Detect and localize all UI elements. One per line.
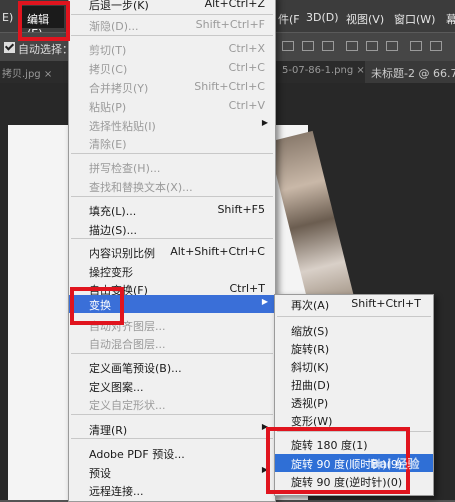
menu-separator [71,196,273,197]
document-tab[interactable]: 拷贝.jpg × [2,65,52,80]
auto-select-checkbox[interactable] [4,42,15,53]
align-top-icon[interactable] [282,41,294,51]
submenu-item-skew[interactable]: 斜切(K) [275,357,433,375]
submenu-arrow-icon: ▶ [261,118,268,127]
menu-item-view[interactable]: 视图(V) [346,11,384,27]
edit-menu-dropdown: 后退一步(K) Alt+Ctrl+Z 渐隐(D)... Shift+Ctrl+F 剪… [68,0,276,502]
menu-item-stroke[interactable]: 描边(S)... [69,220,275,238]
align-right-icon[interactable] [386,41,398,51]
menu-item-file-partial[interactable]: 件(F [278,11,300,27]
menu-item-help-partial[interactable]: 幕 [446,11,455,27]
menu-separator [71,238,273,239]
align-hcenter-icon[interactable] [366,41,378,51]
menu-item-copy-merged[interactable]: 合并拷贝(Y) Shift+Ctrl+C [69,78,275,96]
submenu-item-rotate[interactable]: 旋转(R) [275,339,433,357]
annotation-box-edit [18,1,70,41]
menu-item-cut[interactable]: 剪切(T) Ctrl+X [69,40,275,58]
submenu-item-perspective[interactable]: 透视(P) [275,393,433,411]
document-tab-active-label: 未标题-2 @ 66.7% [371,67,455,80]
menu-separator [277,316,431,317]
menu-item-purge[interactable]: 清理(R) ▶ [69,420,275,438]
menu-item-copy[interactable]: 拷贝(C) Ctrl+C [69,59,275,77]
menu-item-paste[interactable]: 粘贴(P) Ctrl+V [69,97,275,115]
document-tab-active[interactable]: 未标题-2 @ 66.7% [365,61,455,83]
distribute-2-icon[interactable] [430,41,442,51]
submenu-item-again[interactable]: 再次(A) Shift+Ctrl+T [275,295,433,313]
menu-item-spell-check[interactable]: 拼写检查(H)... [69,158,275,176]
menu-item-clear[interactable]: 清除(E) [69,134,275,152]
menu-item-content-aware-scale[interactable]: 内容识别比例 Alt+Shift+Ctrl+C [69,243,275,261]
distribute-icon[interactable] [410,41,422,51]
align-bottom-icon[interactable] [322,41,334,51]
menu-item-paste-special[interactable]: 选择性粘贴(I) ▶ [69,116,275,134]
submenu-item-distort[interactable]: 扭曲(D) [275,375,433,393]
menu-item-define-pattern[interactable]: 定义图案... [69,377,275,395]
watermark: Bai 经验 [370,457,420,471]
submenu-item-scale[interactable]: 缩放(S) [275,321,433,339]
menu-separator [71,14,273,15]
align-left-icon[interactable] [346,41,358,51]
menu-item-fill[interactable]: 填充(L)... Shift+F5 [69,201,275,219]
menu-item-remote-connections[interactable]: 远程连接... [69,481,275,499]
menu-item-3d[interactable]: 3D(D) [306,11,339,24]
menu-item-step-backward[interactable]: 后退一步(K) Alt+Ctrl+Z [69,0,275,13]
menu-separator [71,414,273,415]
menu-item-window[interactable]: 窗口(W) [394,11,435,27]
menu-item-find-replace[interactable]: 查找和替换文本(X)... [69,177,275,195]
menu-item-auto-blend-layers[interactable]: 自动混合图层... [69,334,275,352]
menu-item-define-custom-shape[interactable]: 定义自定形状... [69,395,275,413]
auto-select-label: 自动选择： [18,43,73,56]
align-vcenter-icon[interactable] [302,41,314,51]
menu-item-fade[interactable]: 渐隐(D)... Shift+Ctrl+F [69,16,275,34]
menu-separator [71,153,273,154]
menu-item-adobe-pdf-presets[interactable]: Adobe PDF 预设... [69,444,275,462]
annotation-box-transform [70,287,124,325]
menu-separator [71,353,273,354]
menu-separator [71,438,273,439]
submenu-arrow-icon: ▶ [261,297,268,306]
menu-separator [71,35,273,36]
menu-item-define-brush[interactable]: 定义画笔预设(B)... [69,358,275,376]
menu-item-presets[interactable]: 预设 ▶ [69,463,275,481]
menu-item-partial[interactable]: E) [2,11,13,24]
document-tab[interactable]: 5-07-86-1.png × [282,65,365,76]
menu-item-puppet-warp[interactable]: 操控变形 [69,262,275,280]
